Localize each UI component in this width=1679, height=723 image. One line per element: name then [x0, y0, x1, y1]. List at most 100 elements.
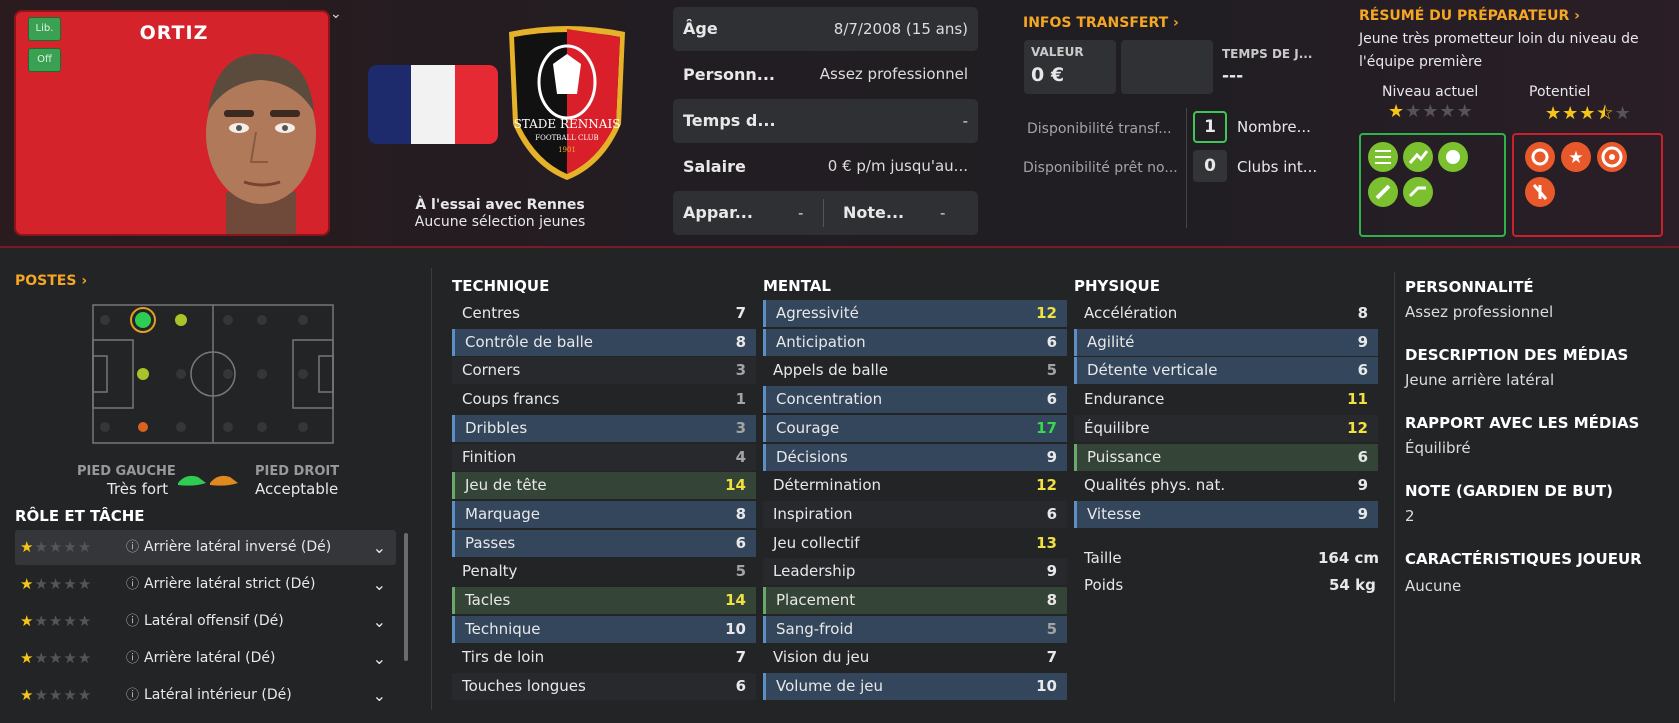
info-icon[interactable]: ⓘ	[126, 567, 139, 602]
position-marker[interactable]	[138, 422, 148, 432]
physique-attribute-row[interactable]: Accélération 8	[1074, 300, 1378, 327]
mental-attribute-row[interactable]: Anticipation 6	[763, 328, 1067, 356]
attribute-value: 5	[1046, 619, 1057, 638]
technique-attribute-row[interactable]: Penalty 5	[452, 558, 756, 585]
mental-attribute-row[interactable]: Volume de jeu 10	[763, 673, 1067, 701]
strength-icons	[1368, 142, 1468, 207]
off-tag-button[interactable]: Off	[28, 48, 61, 72]
roles-title: RÔLE ET TÂCHE	[15, 507, 145, 525]
technique-attribute-row[interactable]: Finition 4	[452, 443, 756, 471]
attribute-value: 9	[1357, 332, 1368, 351]
chevron-right-icon: ›	[81, 273, 88, 289]
current-ability-stars: ★★★★★	[1388, 101, 1474, 122]
info-icon[interactable]: ⓘ	[126, 641, 139, 676]
technique-attribute-row[interactable]: Centres 7	[452, 300, 756, 327]
physique-attribute-row[interactable]: Endurance 11	[1074, 386, 1378, 413]
club-name-text: STADE RENNAIS	[514, 117, 621, 131]
role-item[interactable]: ★★★★★ ⓘ Arrière latéral inversé (Dé) ⌄	[15, 530, 396, 565]
technique-attribute-row[interactable]: Marquage 8	[452, 500, 756, 528]
scout-summary-link[interactable]: RÉSUMÉ DU PRÉPARATEUR ›	[1359, 8, 1580, 24]
role-item[interactable]: ★★★★★ ⓘ Latéral intérieur (Dé) ⌄	[15, 678, 396, 713]
mental-attribute-row[interactable]: Sang-froid 5	[763, 615, 1067, 643]
mental-attribute-row[interactable]: Placement 8	[763, 587, 1067, 614]
mental-attribute-row[interactable]: Vision du jeu 7	[763, 644, 1067, 671]
strength-icon[interactable]	[1403, 177, 1433, 207]
attribute-value: 9	[1357, 476, 1368, 495]
mental-attribute-row[interactable]: Leadership 9	[763, 558, 1067, 586]
attribute-value: 8	[735, 332, 746, 351]
scout-summary-text: Jeune très prometteur loin du niveau de …	[1359, 31, 1639, 70]
attribute-name: Coups francs	[462, 390, 560, 409]
mental-attribute-row[interactable]: Concentration 6	[763, 386, 1067, 414]
position-marker[interactable]	[137, 368, 149, 380]
technique-attribute-row[interactable]: Corners 3	[452, 357, 756, 385]
attribute-value: 6	[735, 677, 746, 696]
appearances-label: Appar...	[683, 203, 753, 222]
attribute-value: 7	[735, 648, 746, 667]
mental-attribute-row[interactable]: Détermination 12	[763, 472, 1067, 499]
physique-attribute-row[interactable]: Vitesse 9	[1074, 500, 1378, 528]
left-foot-label: PIED GAUCHE	[77, 464, 176, 479]
chevron-down-icon[interactable]: ⌄	[373, 678, 386, 713]
attribute-name: Décisions	[776, 447, 848, 466]
chevron-down-icon[interactable]: ⌄	[373, 567, 386, 602]
player-face	[206, 53, 316, 234]
attribute-value: 12	[1036, 476, 1057, 495]
chevron-down-icon[interactable]: ⌄	[330, 6, 342, 22]
technique-attribute-row[interactable]: Coups francs 1	[452, 386, 756, 413]
positions-link[interactable]: POSTES ›	[15, 273, 87, 289]
technique-attribute-row[interactable]: Technique 10	[452, 615, 756, 643]
attribute-value: 3	[735, 361, 746, 380]
mental-attribute-row[interactable]: Agressivité 12	[763, 300, 1067, 327]
chevron-down-icon[interactable]: ⌄	[373, 530, 386, 565]
technique-attribute-row[interactable]: Dribbles 3	[452, 414, 756, 442]
physique-attribute-row[interactable]: Agilité 9	[1074, 328, 1378, 356]
technique-attribute-row[interactable]: Jeu de tête 14	[452, 472, 756, 500]
role-item[interactable]: ★★★★★ ⓘ Latéral offensif (Dé) ⌄	[15, 604, 396, 639]
attribute-value: 9	[1046, 562, 1057, 581]
physique-attribute-row[interactable]: Détente verticale 6	[1074, 357, 1378, 385]
physique-attribute-row[interactable]: Équilibre 12	[1074, 414, 1378, 442]
role-item[interactable]: ★★★★★ ⓘ Arrière latéral (Dé) ⌄	[15, 641, 396, 676]
technique-attribute-row[interactable]: Contrôle de balle 8	[452, 328, 756, 356]
mental-attribute-row[interactable]: Inspiration 6	[763, 500, 1067, 528]
attribute-name: Agressivité	[776, 304, 859, 322]
info-icon[interactable]: ⓘ	[126, 530, 139, 565]
position-marker[interactable]	[175, 314, 187, 326]
role-label: Latéral intérieur (Dé)	[144, 687, 292, 703]
personality-box: Personn... Assez professionnel	[673, 53, 978, 97]
chevron-down-icon[interactable]: ⌄	[373, 604, 386, 639]
roles-scrollbar[interactable]	[404, 533, 408, 661]
physique-attribute-row[interactable]: Qualités phys. nat. 9	[1074, 472, 1378, 499]
club-status: À l'essai avec Rennes	[415, 197, 585, 213]
physique-attribute-row[interactable]: Puissance 6	[1074, 443, 1378, 471]
info-icon[interactable]: ⓘ	[126, 678, 139, 713]
mental-attribute-row[interactable]: Décisions 9	[763, 443, 1067, 471]
nationality-flag	[368, 65, 498, 144]
attribute-name: Équilibre	[1084, 418, 1150, 437]
role-item[interactable]: ★★★★★ ⓘ Arrière latéral strict (Dé) ⌄	[15, 567, 396, 602]
mental-attribute-row[interactable]: Courage 17	[763, 414, 1067, 442]
natural-position-marker[interactable]	[135, 312, 151, 328]
weakness-icon[interactable]	[1525, 142, 1555, 172]
mental-attribute-row[interactable]: Appels de balle 5	[763, 357, 1067, 384]
info-icon[interactable]: ⓘ	[126, 604, 139, 639]
technique-attribute-row[interactable]: Tacles 14	[452, 587, 756, 614]
role-label: Arrière latéral strict (Dé)	[144, 576, 316, 592]
attribute-name: Appels de balle	[773, 361, 889, 380]
technique-attribute-row[interactable]: Touches longues 6	[452, 673, 756, 701]
club-year-text: 1901	[558, 146, 576, 154]
attribute-value: 7	[1046, 648, 1057, 667]
chevron-down-icon[interactable]: ⌄	[373, 641, 386, 676]
interested-count: 1	[1193, 111, 1227, 143]
mental-attribute-row[interactable]: Jeu collectif 13	[763, 530, 1067, 557]
transfer-info-link[interactable]: INFOS TRANSFERT ›	[1023, 15, 1179, 31]
svg-text:★: ★	[1568, 148, 1583, 168]
attribute-value: 5	[1046, 361, 1057, 380]
playtime-label: Temps d...	[683, 111, 776, 130]
attribute-name: Passes	[465, 533, 516, 552]
technique-attribute-row[interactable]: Tirs de loin 7	[452, 644, 756, 671]
attribute-name: Tirs de loin	[462, 648, 545, 667]
value-label: VALEUR	[1031, 45, 1084, 59]
technique-attribute-row[interactable]: Passes 6	[452, 529, 756, 557]
